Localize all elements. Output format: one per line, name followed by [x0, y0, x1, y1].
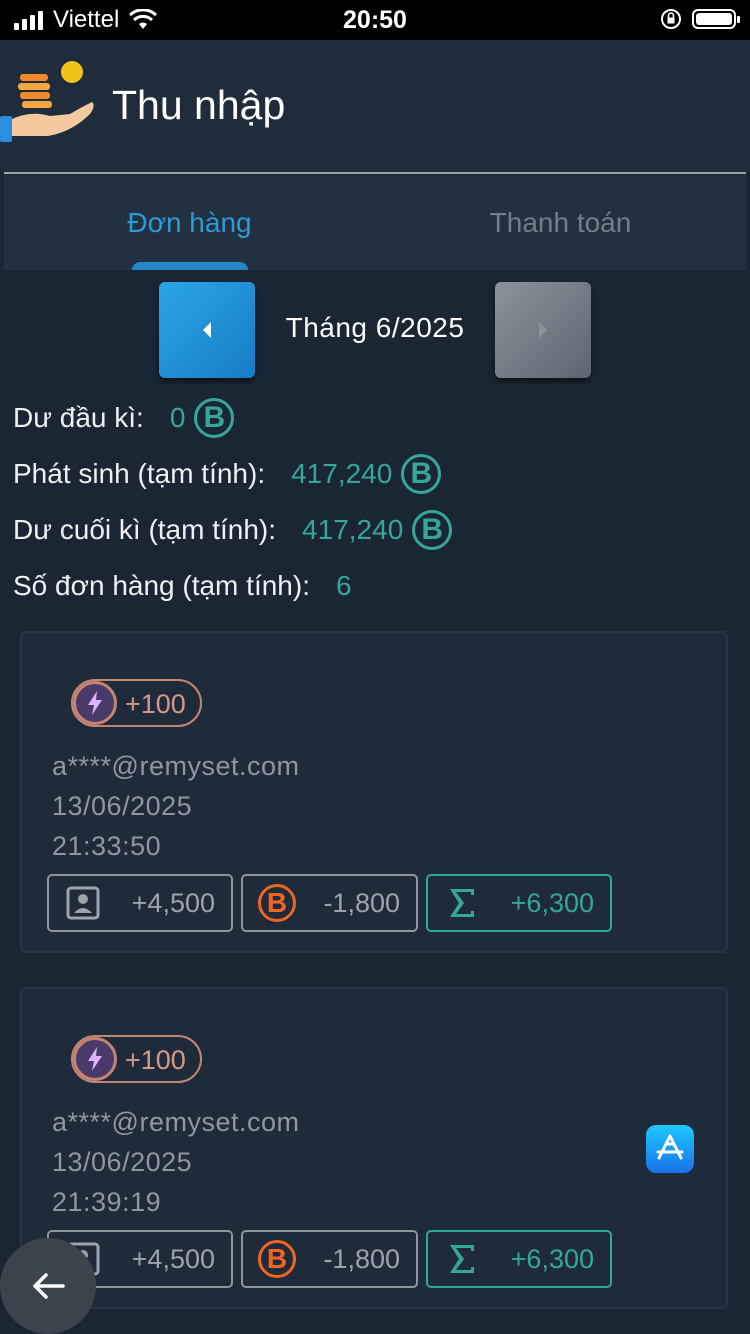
- chevron-right-icon: [539, 322, 547, 338]
- opening-balance-row: Dư đầu kì: 0 B: [13, 398, 235, 438]
- back-button[interactable]: [0, 1238, 96, 1334]
- income-logo-icon: [0, 61, 94, 142]
- page-title: Thu nhập: [112, 82, 286, 128]
- order-time: 21:39:19: [52, 1187, 162, 1217]
- order-email: a****@remyset.com: [52, 751, 300, 781]
- lightning-icon: [73, 681, 117, 725]
- closing-balance-value: 417,240: [302, 514, 404, 545]
- order-card[interactable]: +100 a****@remyset.com 13/06/2025 21:33:…: [20, 631, 728, 953]
- user-amount-box: +4,500: [47, 874, 233, 932]
- coin-icon: B: [401, 454, 442, 494]
- total-amount-box: +6,300: [426, 1230, 612, 1288]
- user-portrait-icon: [61, 886, 105, 920]
- order-date: 13/06/2025: [52, 791, 193, 821]
- user-amount: +4,500: [131, 1243, 215, 1274]
- clock: 20:50: [343, 6, 407, 34]
- next-month-button[interactable]: [495, 282, 591, 378]
- header-divider: [4, 172, 746, 174]
- tab-orders-label: Đơn hàng: [127, 206, 252, 238]
- rotation-lock-icon: [661, 9, 681, 29]
- coin-b-icon: B: [255, 884, 299, 922]
- arrow-left-icon: [33, 1273, 65, 1299]
- status-bar: Viettel 20:50: [0, 0, 750, 40]
- tab-payments-label: Thanh toán: [489, 206, 632, 238]
- chevron-left-icon: [203, 322, 211, 338]
- app-store-icon: [646, 1125, 694, 1173]
- coin-amount-box: B -1,800: [241, 874, 418, 932]
- coin-amount: -1,800: [323, 1243, 400, 1274]
- incurred-value: 417,240: [291, 458, 393, 489]
- order-count-row: Số đơn hàng (tạm tính): 6: [13, 570, 352, 602]
- opening-balance-label: Dư đầu kì:: [13, 402, 144, 433]
- sigma-icon: [440, 1243, 484, 1275]
- opening-balance-value: 0: [169, 402, 186, 433]
- order-email: a****@remyset.com: [52, 1107, 300, 1137]
- order-card[interactable]: +100 a****@remyset.com 13/06/2025 21:39:…: [20, 987, 728, 1309]
- coin-b-icon: B: [255, 1240, 299, 1278]
- bonus-badge: +100: [71, 1035, 202, 1083]
- total-amount: +6,300: [510, 1243, 594, 1274]
- coin-amount: -1,800: [323, 887, 400, 918]
- order-count-value: 6: [335, 570, 352, 601]
- coin-icon: B: [194, 398, 235, 438]
- app-header: Thu nhập: [0, 40, 750, 172]
- coin-icon: B: [412, 510, 453, 550]
- status-right: [660, 8, 740, 30]
- prev-month-button[interactable]: [159, 282, 255, 378]
- lightning-icon: [73, 1037, 117, 1081]
- tab-orders[interactable]: Đơn hàng: [4, 175, 375, 270]
- bonus-value: +100: [125, 1045, 186, 1075]
- order-count-label: Số đơn hàng (tạm tính):: [13, 570, 310, 601]
- active-tab-indicator: [132, 262, 248, 270]
- coin-amount-box: B -1,800: [241, 1230, 418, 1288]
- closing-balance-row: Dư cuối kì (tạm tính): 417,240 B: [13, 510, 453, 550]
- total-amount-box: +6,300: [426, 874, 612, 932]
- user-amount: +4,500: [131, 887, 215, 918]
- sigma-icon: [440, 887, 484, 919]
- bonus-value: +100: [125, 689, 186, 719]
- tab-bar: Đơn hàng Thanh toán: [4, 175, 746, 270]
- order-time: 21:33:50: [52, 831, 162, 861]
- bonus-badge: +100: [71, 679, 202, 727]
- order-date: 13/06/2025: [52, 1147, 193, 1177]
- incurred-row: Phát sinh (tạm tính): 417,240 B: [13, 454, 442, 494]
- incurred-label: Phát sinh (tạm tính):: [13, 458, 266, 489]
- month-label: Tháng 6/2025: [285, 312, 465, 343]
- closing-balance-label: Dư cuối kì (tạm tính):: [13, 514, 277, 545]
- battery-icon: [692, 9, 740, 29]
- tab-payments[interactable]: Thanh toán: [375, 175, 746, 270]
- total-amount: +6,300: [510, 887, 594, 918]
